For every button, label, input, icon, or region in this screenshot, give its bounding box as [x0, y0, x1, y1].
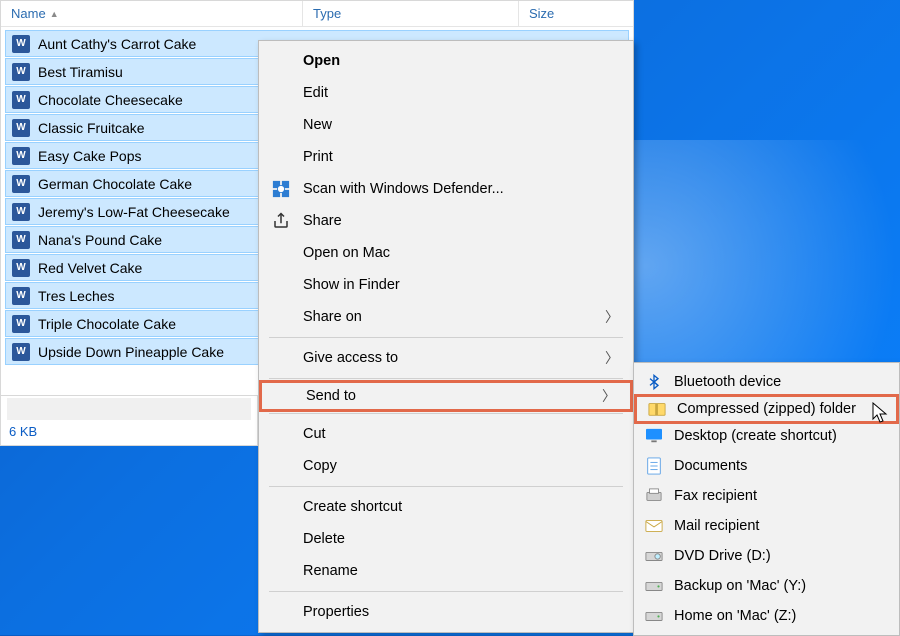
- ctx-new[interactable]: New: [259, 109, 633, 141]
- word-document-icon: W: [12, 259, 30, 277]
- file-name-label: Aunt Cathy's Carrot Cake: [38, 36, 196, 52]
- documents-icon: [644, 456, 664, 476]
- word-document-icon: W: [12, 287, 30, 305]
- dvd-drive-icon: [644, 546, 664, 566]
- ctx-separator: [269, 486, 623, 487]
- sendto-mail[interactable]: Mail recipient: [634, 511, 899, 541]
- sendto-documents[interactable]: Documents: [634, 451, 899, 481]
- network-drive-icon: [644, 606, 664, 626]
- word-document-icon: W: [12, 231, 30, 249]
- sendto-fax[interactable]: Fax recipient: [634, 481, 899, 511]
- file-name-label: German Chocolate Cake: [38, 176, 192, 192]
- column-header-size[interactable]: Size: [519, 1, 633, 26]
- file-name-label: Tres Leches: [38, 288, 115, 304]
- ctx-cut[interactable]: Cut: [259, 418, 633, 450]
- word-document-icon: W: [12, 175, 30, 193]
- word-document-icon: W: [12, 343, 30, 361]
- ctx-separator: [269, 413, 623, 414]
- ctx-rename[interactable]: Rename: [259, 555, 633, 587]
- column-headers: Name ▲ Type Size: [1, 1, 633, 27]
- sendto-compressed-folder[interactable]: Compressed (zipped) folder: [634, 394, 899, 424]
- context-menu: Open Edit New Print Scan with Windows De…: [258, 40, 634, 633]
- sendto-bluetooth[interactable]: Bluetooth device: [634, 367, 899, 397]
- mail-icon: [644, 516, 664, 536]
- column-header-type-label: Type: [313, 6, 341, 21]
- file-name-label: Triple Chocolate Cake: [38, 316, 176, 332]
- word-document-icon: W: [12, 63, 30, 81]
- ctx-copy[interactable]: Copy: [259, 450, 633, 482]
- ctx-give-access-to[interactable]: Give access to〉: [259, 342, 633, 374]
- sendto-desktop-shortcut[interactable]: Desktop (create shortcut): [634, 421, 899, 451]
- ctx-share[interactable]: Share: [259, 205, 633, 237]
- chevron-right-icon: 〉: [602, 386, 616, 406]
- file-name-label: Red Velvet Cake: [38, 260, 142, 276]
- word-document-icon: W: [12, 35, 30, 53]
- word-document-icon: W: [12, 203, 30, 221]
- fax-icon: [644, 486, 664, 506]
- chevron-right-icon: 〉: [605, 348, 619, 368]
- column-header-size-label: Size: [529, 6, 554, 21]
- status-size-text: 6 KB: [1, 420, 257, 443]
- ctx-separator: [269, 337, 623, 338]
- ctx-separator: [269, 591, 623, 592]
- file-name-label: Jeremy's Low-Fat Cheesecake: [38, 204, 230, 220]
- network-drive-icon: [644, 576, 664, 596]
- share-icon: [271, 211, 291, 231]
- sendto-dvd-drive[interactable]: DVD Drive (D:): [634, 541, 899, 571]
- file-name-label: Chocolate Cheesecake: [38, 92, 183, 108]
- zip-folder-icon: [647, 399, 667, 419]
- status-strip: 6 KB: [0, 396, 258, 446]
- status-scroll-placeholder: [7, 398, 251, 420]
- ctx-delete[interactable]: Delete: [259, 523, 633, 555]
- ctx-edit[interactable]: Edit: [259, 77, 633, 109]
- word-document-icon: W: [12, 147, 30, 165]
- file-name-label: Nana's Pound Cake: [38, 232, 162, 248]
- sendto-backup-mac[interactable]: Backup on 'Mac' (Y:): [634, 571, 899, 601]
- chevron-right-icon: 〉: [605, 307, 619, 327]
- desktop-icon: [644, 426, 664, 446]
- word-document-icon: W: [12, 315, 30, 333]
- column-header-name[interactable]: Name ▲: [1, 1, 303, 26]
- file-name-label: Upside Down Pineapple Cake: [38, 344, 224, 360]
- file-name-label: Easy Cake Pops: [38, 148, 142, 164]
- file-name-label: Best Tiramisu: [38, 64, 123, 80]
- file-name-label: Classic Fruitcake: [38, 120, 145, 136]
- ctx-separator: [269, 378, 623, 379]
- ctx-share-on[interactable]: Share on〉: [259, 301, 633, 333]
- ctx-properties[interactable]: Properties: [259, 596, 633, 628]
- column-header-name-label: Name: [11, 6, 46, 21]
- bluetooth-icon: [644, 372, 664, 392]
- ctx-send-to[interactable]: Send to〉: [259, 380, 633, 412]
- ctx-print[interactable]: Print: [259, 141, 633, 173]
- ctx-open[interactable]: Open: [259, 45, 633, 77]
- defender-icon: [271, 179, 291, 199]
- send-to-submenu: Bluetooth device Compressed (zipped) fol…: [633, 362, 900, 636]
- word-document-icon: W: [12, 119, 30, 137]
- column-header-type[interactable]: Type: [303, 1, 519, 26]
- ctx-open-on-mac[interactable]: Open on Mac: [259, 237, 633, 269]
- ctx-show-in-finder[interactable]: Show in Finder: [259, 269, 633, 301]
- ctx-scan-defender[interactable]: Scan with Windows Defender...: [259, 173, 633, 205]
- ctx-create-shortcut[interactable]: Create shortcut: [259, 491, 633, 523]
- word-document-icon: W: [12, 91, 30, 109]
- sendto-home-mac[interactable]: Home on 'Mac' (Z:): [634, 601, 899, 631]
- sort-ascending-icon: ▲: [50, 9, 59, 19]
